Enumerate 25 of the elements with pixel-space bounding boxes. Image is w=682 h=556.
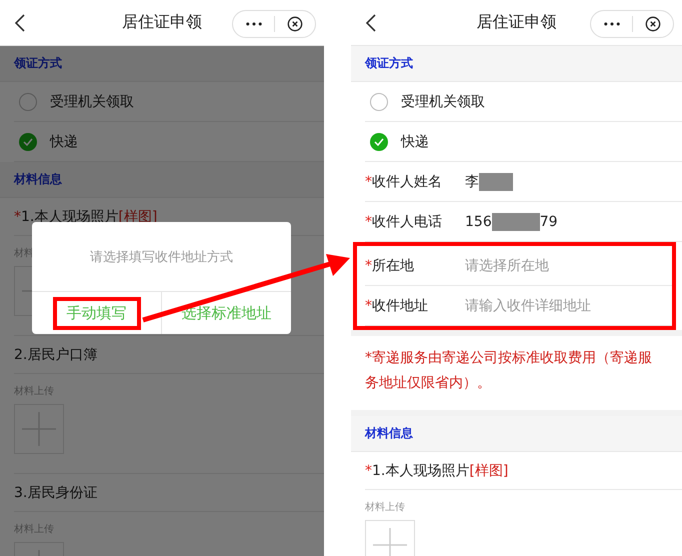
section-header: 材料信息 xyxy=(14,171,62,188)
section-header: 领证方式 xyxy=(14,55,62,72)
radio-label[interactable]: 快递 xyxy=(50,132,78,150)
field-label: *所在地 xyxy=(365,256,415,274)
dialog-message: 请选择填写收件地址方式 xyxy=(90,248,233,266)
field-label: *收件人电话 xyxy=(365,212,443,230)
page-title: 居住证申领 xyxy=(122,12,202,33)
dialog-button[interactable]: 手动填写 xyxy=(52,296,140,330)
section-header: 领证方式 xyxy=(365,55,413,72)
material-title: 2.居民户口簿 xyxy=(14,346,98,364)
input-field[interactable]: 请选择所在地 xyxy=(465,256,549,274)
material-title: 3.居民身份证 xyxy=(14,484,98,502)
page-title: 居住证申领 xyxy=(476,12,556,33)
upload-label: 材料上传 xyxy=(365,500,405,514)
field-label: *收件地址 xyxy=(365,296,429,314)
radio-label[interactable]: 快递 xyxy=(401,132,429,150)
radio-label[interactable]: 受理机关领取 xyxy=(50,92,134,110)
radio-label[interactable]: 受理机关领取 xyxy=(401,92,485,110)
field-value: 李 xyxy=(465,172,479,190)
field-value: 156 xyxy=(465,214,492,230)
material-title: *1.本人现场照片[样图] xyxy=(365,462,508,480)
section-header: 材料信息 xyxy=(365,425,413,442)
field-label: *收件人姓名 xyxy=(365,172,443,190)
input-field[interactable]: 请输入收件详细地址 xyxy=(465,296,591,314)
field-value: 79 xyxy=(540,214,558,230)
